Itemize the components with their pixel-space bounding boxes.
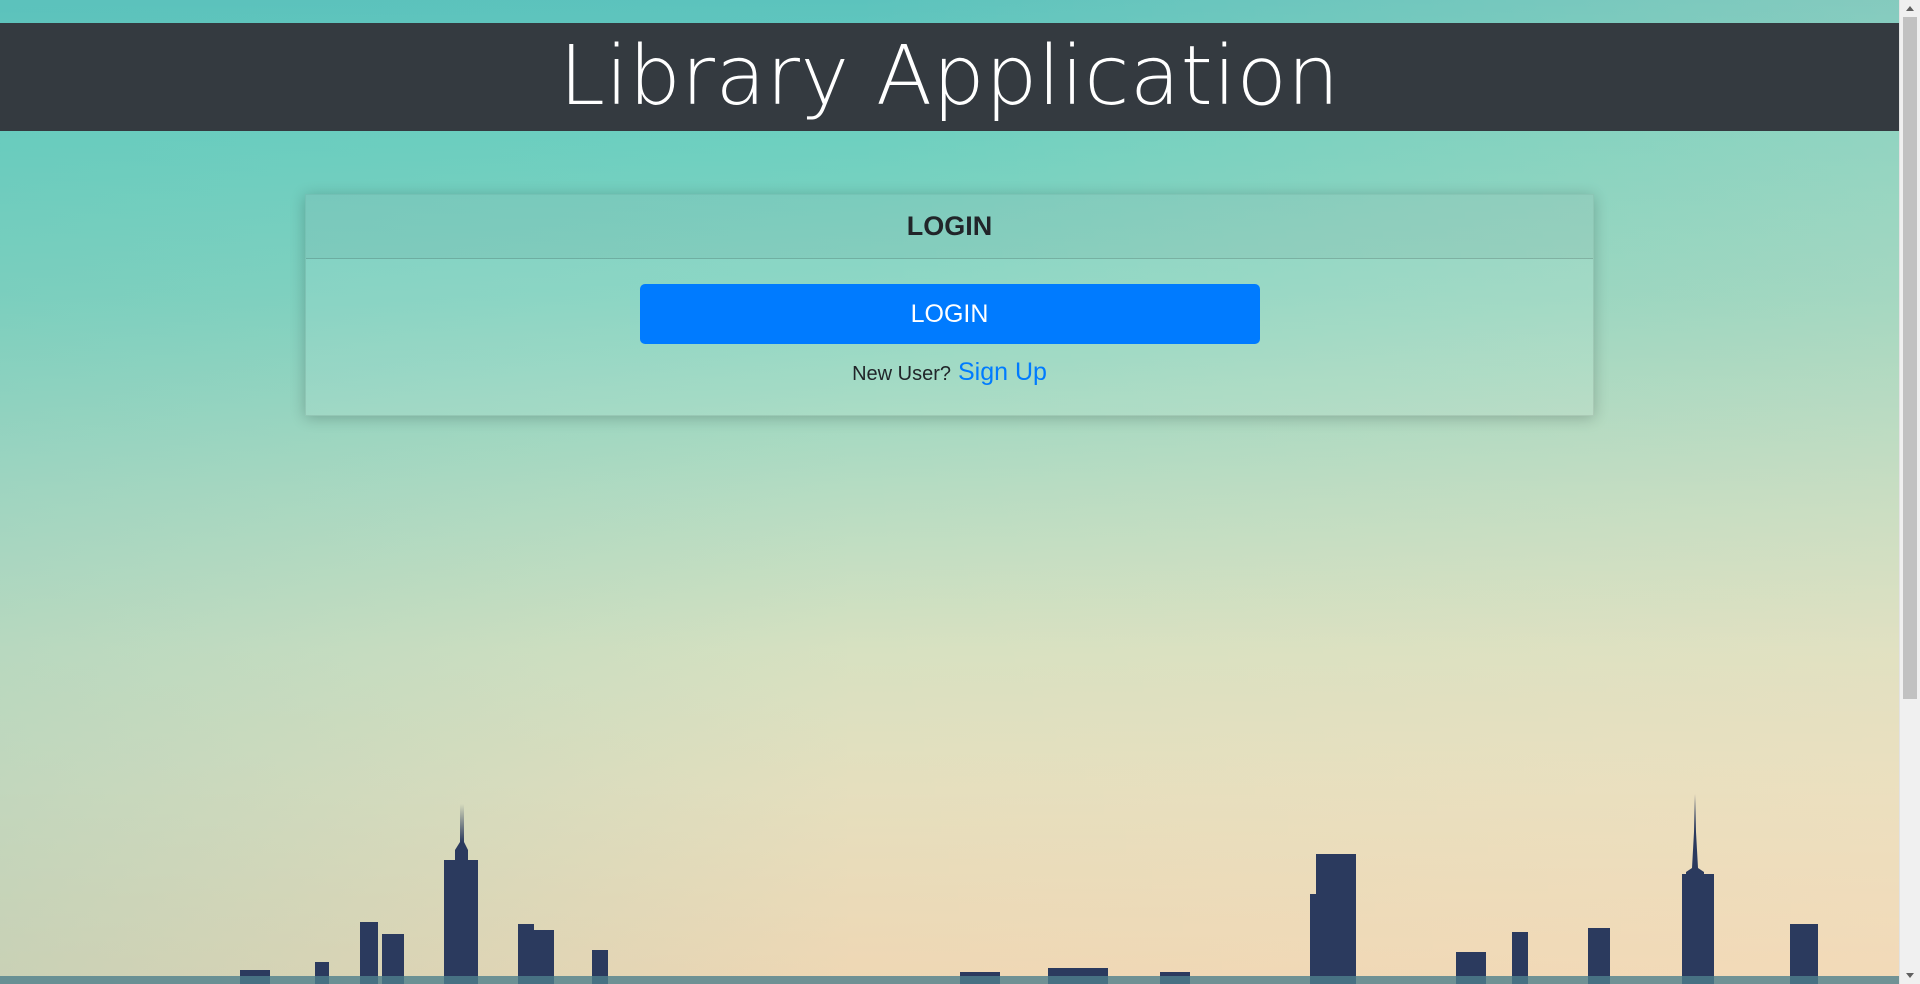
new-user-text: New User? [852, 363, 951, 385]
login-card: LOGIN LOGIN New User? Sign Up [305, 194, 1594, 416]
card-body: LOGIN New User? Sign Up [306, 259, 1593, 387]
triangle-down-icon[interactable] [1900, 967, 1920, 984]
card-title: LOGIN [906, 211, 993, 241]
card-header: LOGIN [306, 195, 1593, 259]
scrollbar-thumb[interactable] [1903, 17, 1917, 699]
app-title: Library Application [559, 29, 1340, 124]
viewport: Library Application LOGIN LOGIN New User… [0, 0, 1920, 984]
signup-link[interactable]: Sign Up [958, 358, 1047, 387]
app-header: Library Application [0, 23, 1899, 131]
vertical-scrollbar[interactable] [1899, 0, 1920, 984]
signup-prompt: New User? Sign Up [852, 358, 1047, 387]
triangle-up-icon[interactable] [1900, 0, 1920, 17]
login-button[interactable]: LOGIN [639, 284, 1260, 344]
city-skyline-image [0, 794, 1899, 984]
